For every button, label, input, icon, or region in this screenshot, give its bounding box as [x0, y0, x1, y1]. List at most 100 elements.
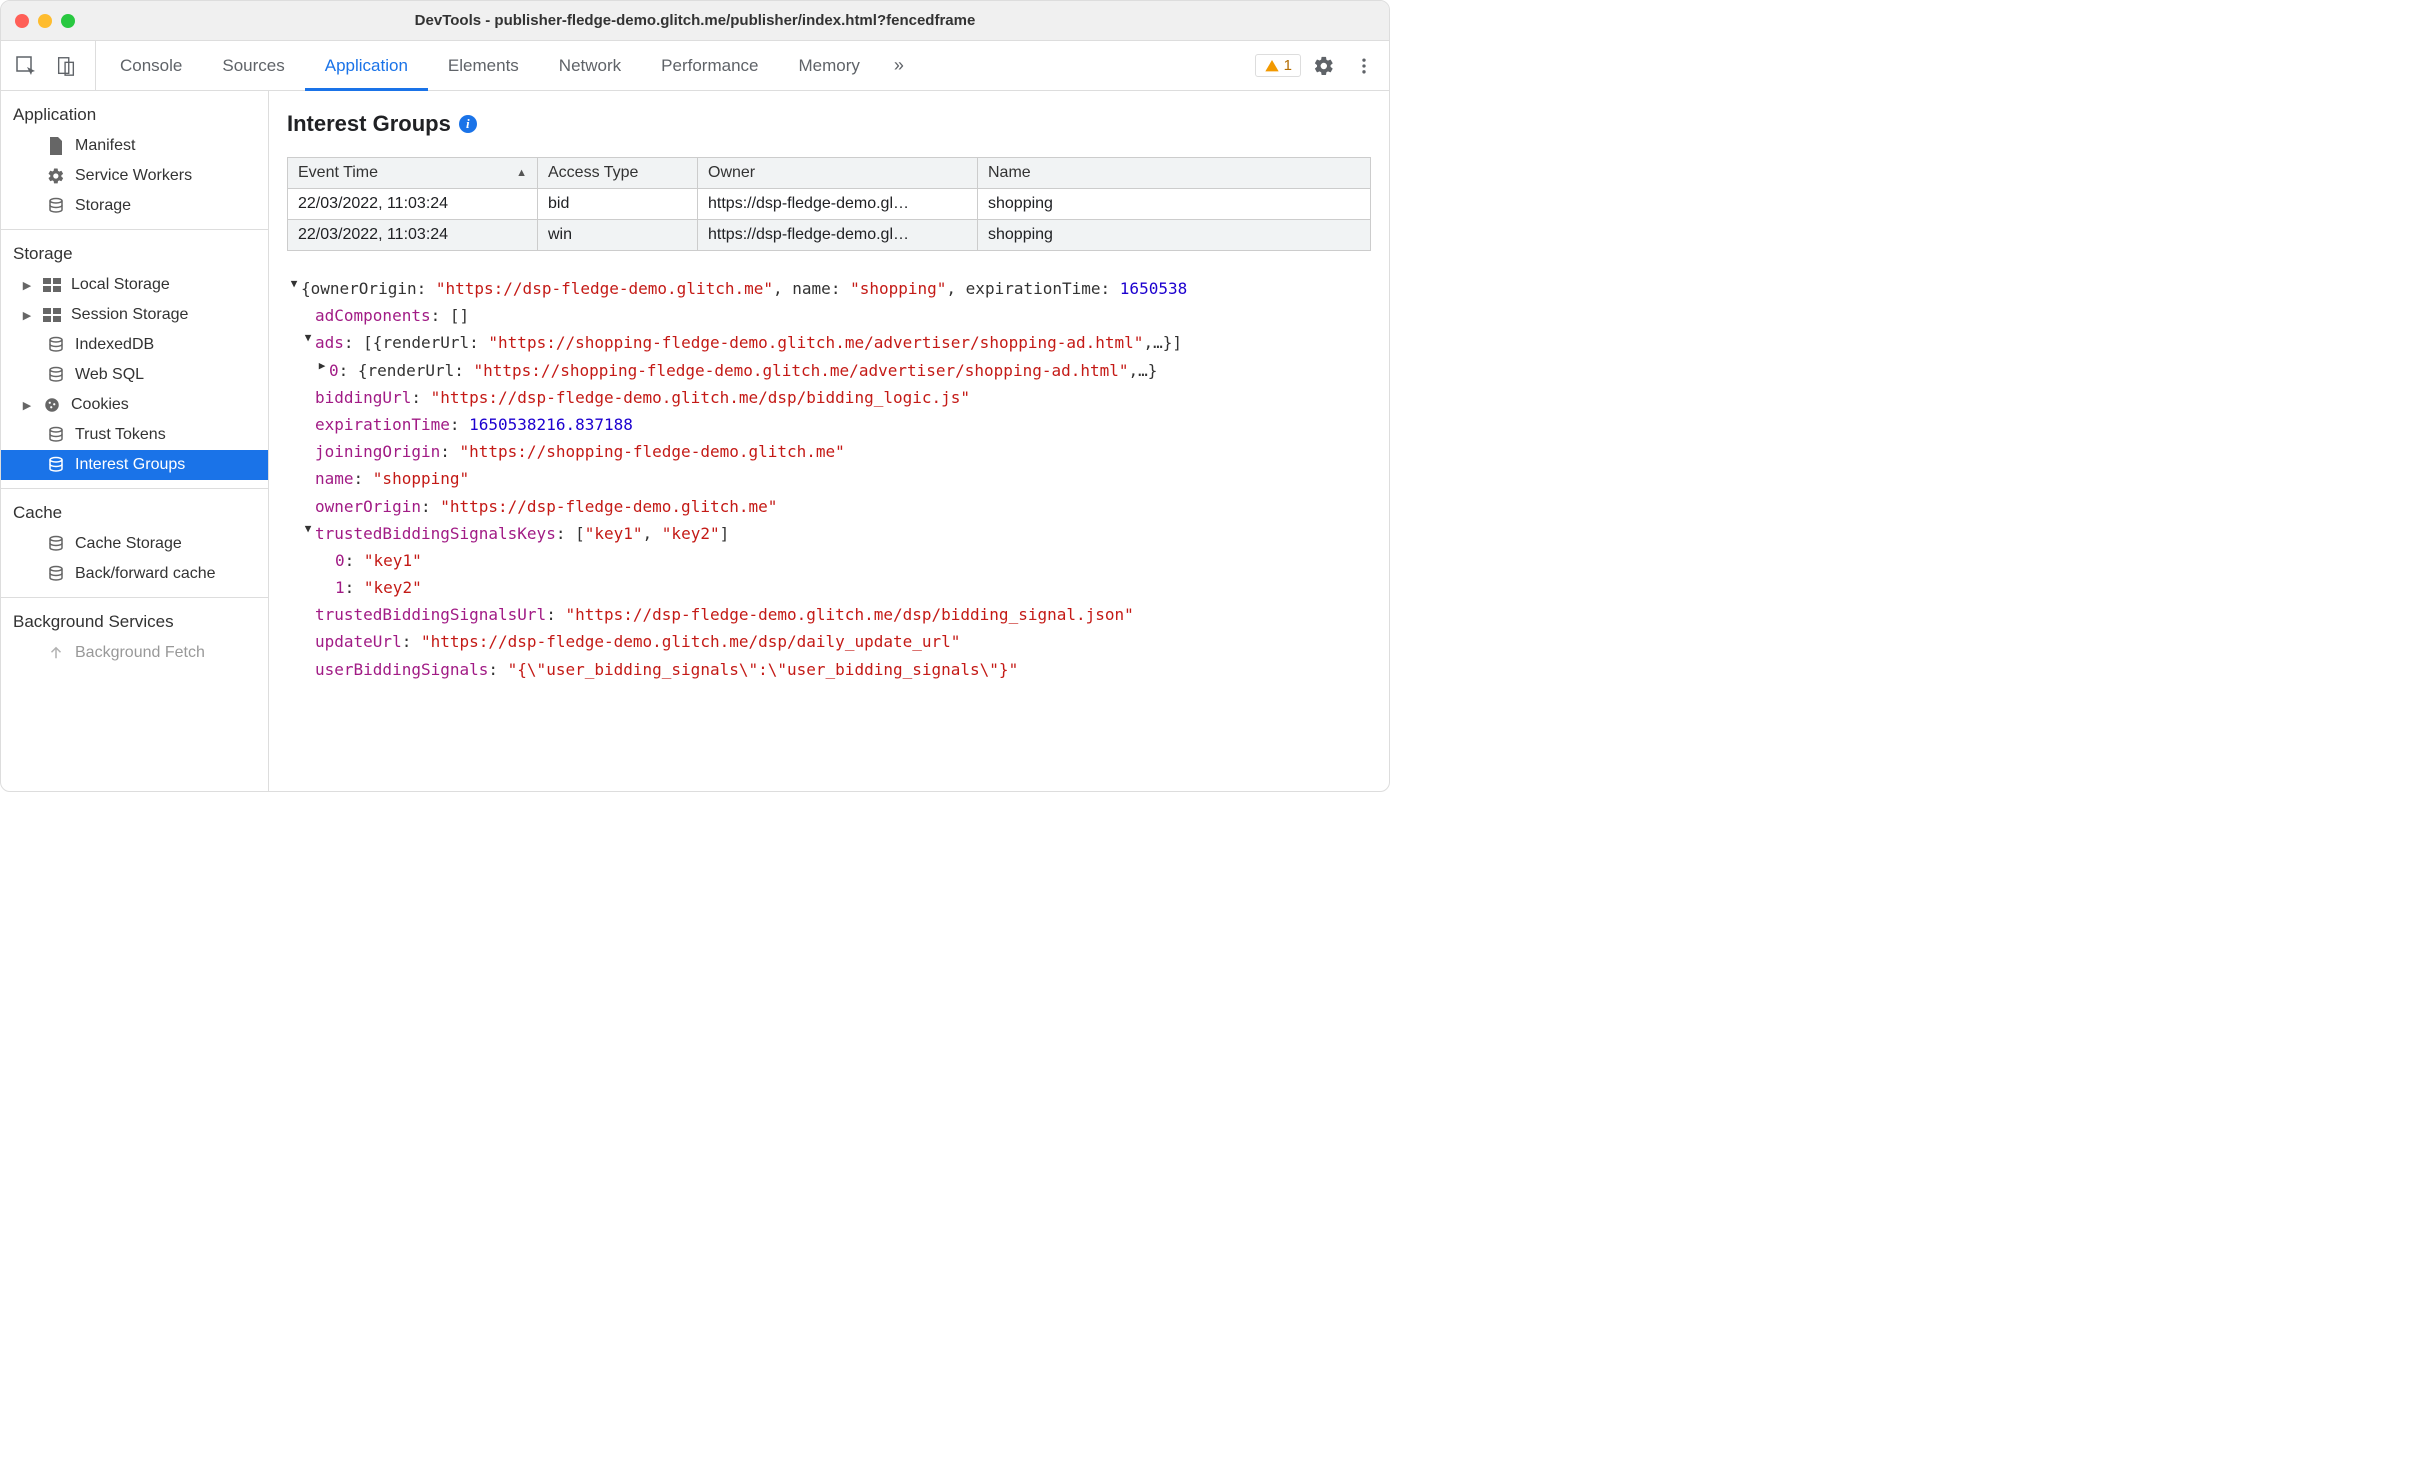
sidebar-item-cookies[interactable]: ▶ Cookies: [1, 390, 268, 420]
json-prop-joiningorigin[interactable]: joiningOrigin: "https://shopping-fledge-…: [287, 438, 1371, 465]
warning-count: 1: [1284, 57, 1292, 74]
warnings-badge[interactable]: 1: [1255, 54, 1301, 77]
panel-title: Interest Groups: [287, 111, 451, 137]
database-icon: [45, 424, 67, 446]
sidebar-section-application: Application Manifest Service Workers Sto…: [1, 91, 268, 230]
json-prop-expirationtime[interactable]: expirationTime: 1650538216.837188: [287, 411, 1371, 438]
sidebar-item-session-storage[interactable]: ▶ Session Storage: [1, 300, 268, 330]
table-row[interactable]: 22/03/2022, 11:03:24 bid https://dsp-fle…: [288, 189, 1371, 220]
sidebar-item-label: Trust Tokens: [75, 426, 166, 444]
json-prop-tbsk-0[interactable]: 0: "key1": [287, 547, 1371, 574]
tab-application[interactable]: Application: [305, 41, 428, 90]
sidebar-section-background: Background Services Background Fetch: [1, 598, 268, 676]
sidebar-item-trust-tokens[interactable]: Trust Tokens: [1, 420, 268, 450]
tabs-overflow[interactable]: »: [880, 55, 918, 76]
json-prop-adcomponents[interactable]: adComponents: []: [287, 302, 1371, 329]
sidebar-item-websql[interactable]: Web SQL: [1, 360, 268, 390]
table-row[interactable]: 22/03/2022, 11:03:24 win https://dsp-fle…: [288, 220, 1371, 251]
json-prop-name[interactable]: name: "shopping": [287, 465, 1371, 492]
col-name[interactable]: Name: [978, 158, 1371, 189]
json-root[interactable]: ▼ {ownerOrigin: "https://dsp-fledge-demo…: [287, 275, 1371, 302]
json-prop-biddingurl[interactable]: biddingUrl: "https://dsp-fledge-demo.gli…: [287, 384, 1371, 411]
json-prop-userbiddingsignals[interactable]: userBiddingSignals: "{\"user_bidding_sig…: [287, 656, 1371, 683]
sidebar-item-label: Web SQL: [75, 366, 144, 384]
sidebar-item-manifest[interactable]: Manifest: [1, 131, 268, 161]
expand-arrow-icon[interactable]: ▶: [21, 399, 33, 412]
database-icon: [45, 334, 67, 356]
tab-network[interactable]: Network: [539, 41, 641, 90]
sidebar-item-label: Back/forward cache: [75, 565, 216, 583]
tab-performance[interactable]: Performance: [641, 41, 778, 90]
cell-access-type: bid: [538, 189, 698, 220]
json-prop-tbsk[interactable]: ▼ trustedBiddingSignalsKeys: ["key1", "k…: [287, 520, 1371, 547]
expand-arrow-icon[interactable]: ▶: [21, 279, 33, 292]
sidebar-item-label: IndexedDB: [75, 336, 154, 354]
window-controls: [15, 14, 75, 28]
sidebar-section-storage: Storage ▶ Local Storage ▶ Session Storag…: [1, 230, 268, 489]
sidebar-item-indexeddb[interactable]: IndexedDB: [1, 330, 268, 360]
col-event-time[interactable]: Event Time▲: [288, 158, 538, 189]
titlebar: DevTools - publisher-fledge-demo.glitch.…: [1, 1, 1389, 41]
sidebar-item-bfcache[interactable]: Back/forward cache: [1, 559, 268, 589]
sidebar-item-interest-groups[interactable]: Interest Groups: [1, 450, 268, 480]
collapse-arrow-icon[interactable]: ▼: [301, 520, 315, 547]
sidebar-item-label: Cache Storage: [75, 535, 182, 553]
json-prop-ads-0[interactable]: ▶ 0: {renderUrl: "https://shopping-fledg…: [287, 357, 1371, 384]
sidebar-item-label: Manifest: [75, 137, 135, 155]
sidebar-section-title: Cache: [1, 497, 268, 529]
sidebar-item-label: Service Workers: [75, 167, 192, 185]
events-table: Event Time▲ Access Type Owner Name 22/03…: [287, 157, 1371, 251]
tab-console[interactable]: Console: [100, 41, 202, 90]
sidebar-item-cache-storage[interactable]: Cache Storage: [1, 529, 268, 559]
cell-event-time: 22/03/2022, 11:03:24: [288, 189, 538, 220]
expand-arrow-icon[interactable]: ▶: [315, 357, 329, 384]
sidebar-item-label: Background Fetch: [75, 644, 205, 662]
json-prop-tbsk-1[interactable]: 1: "key2": [287, 574, 1371, 601]
json-prop-ownerorigin[interactable]: ownerOrigin: "https://dsp-fledge-demo.gl…: [287, 493, 1371, 520]
cell-name: shopping: [978, 189, 1371, 220]
cell-access-type: win: [538, 220, 698, 251]
json-prop-tbsu[interactable]: trustedBiddingSignalsUrl: "https://dsp-f…: [287, 601, 1371, 628]
devtools-window: DevTools - publisher-fledge-demo.glitch.…: [0, 0, 1390, 792]
maximize-window-button[interactable]: [61, 14, 75, 28]
warning-icon: [1264, 58, 1280, 74]
panel-title-row: Interest Groups i: [287, 111, 1371, 137]
upload-icon: [45, 642, 67, 664]
sidebar-item-label: Storage: [75, 197, 131, 215]
json-detail-view: ▼ {ownerOrigin: "https://dsp-fledge-demo…: [287, 275, 1371, 683]
json-prop-updateurl[interactable]: updateUrl: "https://dsp-fledge-demo.glit…: [287, 628, 1371, 655]
sidebar-section-cache: Cache Cache Storage Back/forward cache: [1, 489, 268, 598]
file-icon: [45, 135, 67, 157]
collapse-arrow-icon[interactable]: ▼: [287, 275, 301, 302]
sidebar-item-label: Cookies: [71, 396, 129, 414]
device-toggle-icon[interactable]: [49, 49, 83, 83]
col-owner[interactable]: Owner: [698, 158, 978, 189]
sidebar-section-title: Storage: [1, 238, 268, 270]
info-icon[interactable]: i: [459, 115, 477, 133]
minimize-window-button[interactable]: [38, 14, 52, 28]
main-area: Application Manifest Service Workers Sto…: [1, 91, 1389, 791]
json-prop-ads[interactable]: ▼ ads: [{renderUrl: "https://shopping-fl…: [287, 329, 1371, 356]
sidebar-item-local-storage[interactable]: ▶ Local Storage: [1, 270, 268, 300]
settings-icon[interactable]: [1307, 49, 1341, 83]
tab-sources[interactable]: Sources: [202, 41, 304, 90]
expand-arrow-icon[interactable]: ▶: [21, 309, 33, 322]
sidebar-item-service-workers[interactable]: Service Workers: [1, 161, 268, 191]
cell-owner: https://dsp-fledge-demo.gl…: [698, 220, 978, 251]
collapse-arrow-icon[interactable]: ▼: [301, 329, 315, 356]
inspect-element-icon[interactable]: [9, 49, 43, 83]
content-panel: Interest Groups i Event Time▲ Access Typ…: [269, 91, 1389, 791]
tab-memory[interactable]: Memory: [778, 41, 879, 90]
sidebar-item-background-fetch[interactable]: Background Fetch: [1, 638, 268, 668]
cell-owner: https://dsp-fledge-demo.gl…: [698, 189, 978, 220]
sidebar-item-storage[interactable]: Storage: [1, 191, 268, 221]
sidebar-section-title: Background Services: [1, 606, 268, 638]
col-access-type[interactable]: Access Type: [538, 158, 698, 189]
sidebar-item-label: Session Storage: [71, 306, 188, 324]
database-icon: [45, 454, 67, 476]
tab-elements[interactable]: Elements: [428, 41, 539, 90]
database-icon: [45, 533, 67, 555]
close-window-button[interactable]: [15, 14, 29, 28]
database-icon: [45, 195, 67, 217]
more-menu-icon[interactable]: [1347, 49, 1381, 83]
